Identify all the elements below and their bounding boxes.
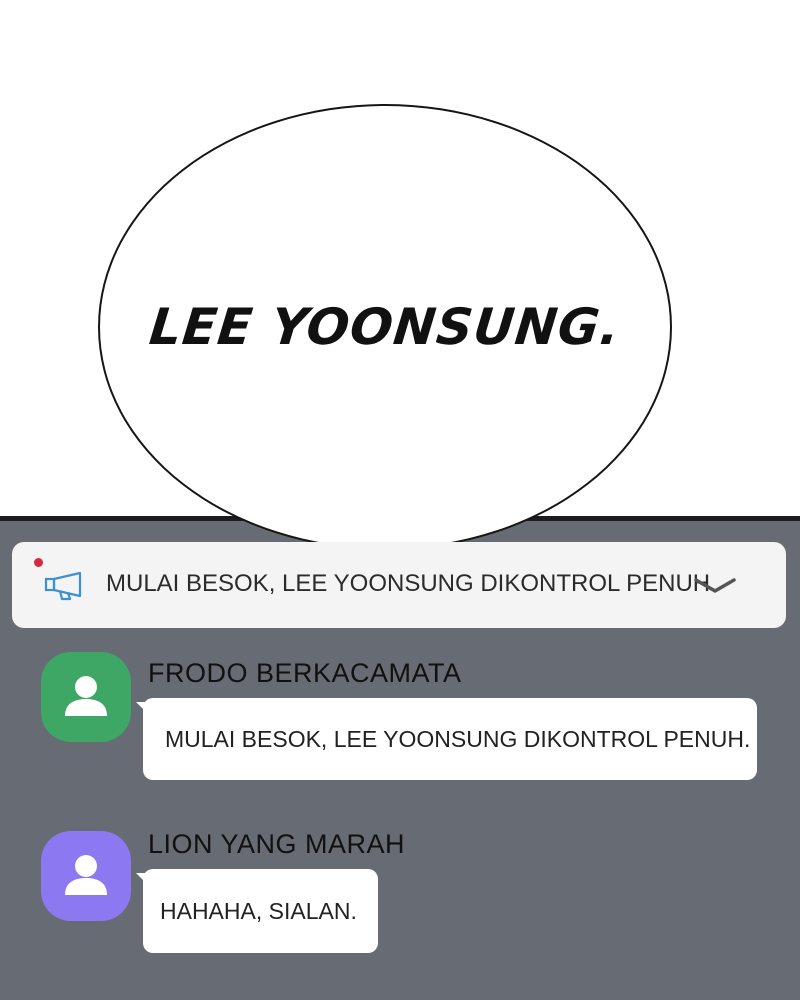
person-icon [65,855,107,895]
unread-dot [34,558,43,567]
message-bubble: HAHAHA, SIALAN. [143,869,378,953]
notice-bar[interactable]: MULAI BESOK, LEE YOONSUNG DIKONTROL PENU… [12,542,786,628]
speech-bubble: LEE YOONSUNG. [98,104,672,550]
message-bubble: MULAI BESOK, LEE YOONSUNG DIKONTROL PENU… [143,698,757,780]
chevron-down-icon[interactable] [692,574,738,598]
avatar[interactable] [41,831,131,921]
sender-name: LION YANG MARAH [148,829,406,859]
megaphone-icon [44,570,90,602]
sender-name: FRODO BERKACAMATA [148,658,462,688]
avatar[interactable] [41,652,131,742]
person-icon [65,676,107,716]
speech-text: LEE YOONSUNG. [146,298,624,356]
notice-text: MULAI BESOK, LEE YOONSUNG DIKONTROL PENU… [106,570,717,597]
